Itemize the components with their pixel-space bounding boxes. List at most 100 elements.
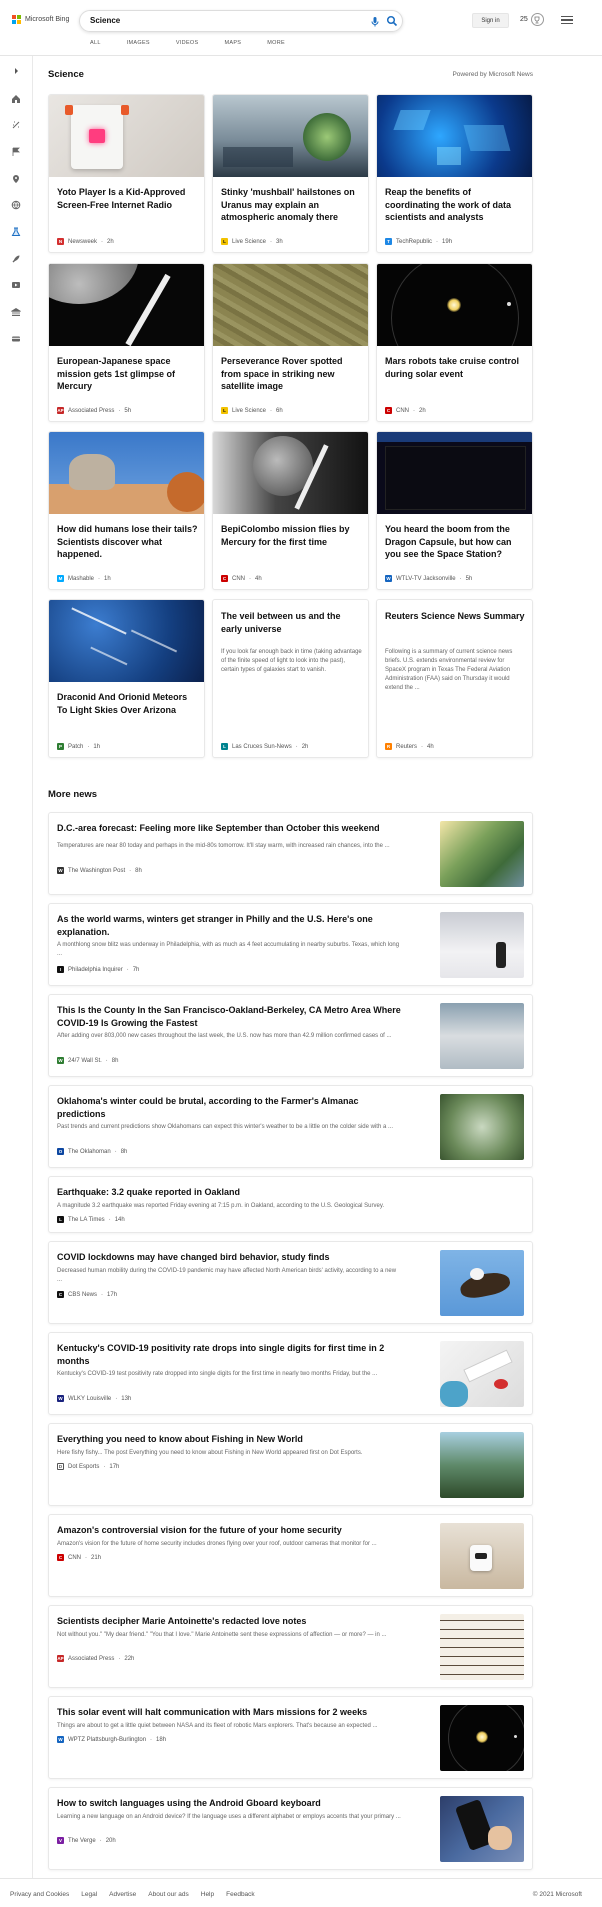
card-title[interactable]: Reuters Science News Summary bbox=[385, 610, 526, 623]
news-card[interactable]: Perseverance Rover spotted from space in… bbox=[212, 263, 369, 422]
sign-in-button[interactable]: Sign in bbox=[472, 13, 509, 28]
news-title[interactable]: Everything you need to know about Fishin… bbox=[57, 1433, 402, 1446]
card-source: C CNN · 4h bbox=[221, 575, 262, 582]
news-card[interactable]: How did humans lose their tails? Scienti… bbox=[48, 431, 205, 590]
news-title[interactable]: COVID lockdowns may have changed bird be… bbox=[57, 1251, 402, 1264]
news-card[interactable]: You heard the boom from the Dragon Capsu… bbox=[376, 431, 533, 590]
science-icon[interactable] bbox=[9, 225, 23, 239]
news-item[interactable]: This solar event will halt communication… bbox=[48, 1696, 533, 1779]
source-logo-icon: O bbox=[57, 1148, 64, 1155]
source-logo-icon: V bbox=[57, 1837, 64, 1844]
source-logo-icon: W bbox=[57, 1057, 64, 1064]
footer-link-about-ads[interactable]: About our ads bbox=[148, 1891, 188, 1898]
tab-maps[interactable]: MAPS bbox=[224, 40, 241, 46]
news-source: W WPTZ Plattsburgh-Burlington · 18h bbox=[57, 1736, 167, 1743]
copyright: © 2021 Microsoft bbox=[532, 1891, 582, 1898]
news-snippet: After adding over 803,000 new cases thro… bbox=[57, 1033, 392, 1039]
news-thumbnail bbox=[440, 1614, 524, 1680]
tab-more[interactable]: MORE bbox=[267, 40, 285, 46]
news-item[interactable]: Oklahoma's winter could be brutal, accor… bbox=[48, 1085, 533, 1168]
tab-videos[interactable]: VIDEOS bbox=[176, 40, 199, 46]
news-title[interactable]: Oklahoma's winter could be brutal, accor… bbox=[57, 1095, 402, 1121]
home-icon[interactable] bbox=[9, 92, 23, 106]
news-title[interactable]: How to switch languages using the Androi… bbox=[57, 1797, 402, 1810]
news-thumbnail bbox=[440, 1796, 524, 1862]
news-title[interactable]: This solar event will halt communication… bbox=[57, 1706, 402, 1719]
rocket-icon[interactable] bbox=[9, 252, 23, 266]
tab-images[interactable]: IMAGES bbox=[127, 40, 150, 46]
news-snippet: Amazon's vision for the future of home s… bbox=[57, 1541, 377, 1547]
footer-link-feedback[interactable]: Feedback bbox=[226, 1891, 255, 1898]
source-logo-icon: W bbox=[57, 867, 64, 874]
news-card[interactable]: The veil between us and the early univer… bbox=[212, 599, 369, 758]
news-thumbnail bbox=[440, 1523, 524, 1589]
news-item[interactable]: How to switch languages using the Androi… bbox=[48, 1787, 533, 1870]
search-icon[interactable] bbox=[386, 15, 398, 27]
card-title[interactable]: Mars robots take cruise control during s… bbox=[385, 355, 526, 380]
footer-link-legal[interactable]: Legal bbox=[81, 1891, 97, 1898]
footer-link-help[interactable]: Help bbox=[201, 1891, 214, 1898]
news-card[interactable]: Reap the benefits of coordinating the wo… bbox=[376, 94, 533, 253]
bank-icon[interactable] bbox=[9, 305, 23, 319]
card-title[interactable]: European-Japanese space mission gets 1st… bbox=[57, 355, 198, 393]
news-item[interactable]: Everything you need to know about Fishin… bbox=[48, 1423, 533, 1506]
news-title[interactable]: As the world warms, winters get stranger… bbox=[57, 913, 402, 939]
card-title[interactable]: Stinky 'mushball' hailstones on Uranus m… bbox=[221, 186, 362, 224]
news-card[interactable]: Stinky 'mushball' hailstones on Uranus m… bbox=[212, 94, 369, 253]
news-item[interactable]: COVID lockdowns may have changed bird be… bbox=[48, 1241, 533, 1324]
menu-icon[interactable] bbox=[561, 14, 573, 26]
flag-icon[interactable] bbox=[9, 145, 23, 159]
news-snippet: Here fishy fishy... The post Everything … bbox=[57, 1450, 363, 1456]
card-title[interactable]: The veil between us and the early univer… bbox=[221, 610, 362, 635]
news-title[interactable]: Scientists decipher Marie Antoinette's r… bbox=[57, 1615, 402, 1628]
card-icon[interactable] bbox=[9, 332, 23, 346]
search-box[interactable]: Science bbox=[79, 10, 403, 32]
card-title[interactable]: BepiColombo mission flies by Mercury for… bbox=[221, 523, 362, 548]
card-title[interactable]: Draconid And Orionid Meteors To Light Sk… bbox=[57, 691, 198, 716]
card-source: N Newsweek · 2h bbox=[57, 238, 114, 245]
news-card[interactable]: Yoto Player Is a Kid-Approved Screen-Fre… bbox=[48, 94, 205, 253]
news-item[interactable]: As the world warms, winters get stranger… bbox=[48, 903, 533, 986]
source-logo-icon: AP bbox=[57, 407, 64, 414]
footer-link-privacy[interactable]: Privacy and Cookies bbox=[10, 1891, 69, 1898]
news-title[interactable]: Kentucky's COVID-19 positivity rate drop… bbox=[57, 1342, 402, 1368]
news-title[interactable]: Earthquake: 3.2 quake reported in Oaklan… bbox=[57, 1186, 402, 1199]
expand-icon[interactable] bbox=[9, 64, 23, 78]
news-title[interactable]: D.C.-area forecast: Feeling more like Se… bbox=[57, 822, 402, 835]
news-card[interactable]: Draconid And Orionid Meteors To Light Sk… bbox=[48, 599, 205, 758]
news-item[interactable]: D.C.-area forecast: Feeling more like Se… bbox=[48, 812, 533, 895]
rewards-button[interactable]: 25 bbox=[520, 13, 544, 26]
card-title[interactable]: Perseverance Rover spotted from space in… bbox=[221, 355, 362, 393]
news-source: W The Washington Post · 8h bbox=[57, 867, 142, 874]
tab-all[interactable]: ALL bbox=[90, 40, 101, 46]
news-card[interactable]: BepiColombo mission flies by Mercury for… bbox=[212, 431, 369, 590]
news-item[interactable]: Kentucky's COVID-19 positivity rate drop… bbox=[48, 1332, 533, 1415]
powered-by[interactable]: Powered by Microsoft News bbox=[452, 71, 533, 78]
card-title[interactable]: How did humans lose their tails? Scienti… bbox=[57, 523, 198, 561]
bing-logo[interactable]: Microsoft Bing bbox=[12, 15, 69, 24]
sparkle-icon[interactable] bbox=[9, 118, 23, 132]
news-title[interactable]: This Is the County In the San Francisco-… bbox=[57, 1004, 402, 1030]
search-input[interactable]: Science bbox=[90, 16, 120, 25]
news-item[interactable]: This Is the County In the San Francisco-… bbox=[48, 994, 533, 1077]
card-source: W WTLV-TV Jacksonville · 5h bbox=[385, 575, 473, 582]
globe-icon[interactable] bbox=[9, 198, 23, 212]
news-item[interactable]: Scientists decipher Marie Antoinette's r… bbox=[48, 1605, 533, 1688]
news-card[interactable]: Reuters Science News Summary Following i… bbox=[376, 599, 533, 758]
news-card[interactable]: Mars robots take cruise control during s… bbox=[376, 263, 533, 422]
news-item[interactable]: Amazon's controversial vision for the fu… bbox=[48, 1514, 533, 1597]
card-title[interactable]: You heard the boom from the Dragon Capsu… bbox=[385, 523, 526, 561]
card-title[interactable]: Reap the benefits of coordinating the wo… bbox=[385, 186, 526, 224]
microphone-icon[interactable] bbox=[369, 16, 381, 28]
footer-link-advertise[interactable]: Advertise bbox=[109, 1891, 136, 1898]
news-title[interactable]: Amazon's controversial vision for the fu… bbox=[57, 1524, 402, 1537]
location-icon[interactable] bbox=[9, 172, 23, 186]
video-icon[interactable] bbox=[9, 278, 23, 292]
card-source: T TechRepublic · 19h bbox=[385, 238, 452, 245]
source-logo-icon: I bbox=[57, 966, 64, 973]
news-item[interactable]: Earthquake: 3.2 quake reported in Oaklan… bbox=[48, 1176, 533, 1233]
news-card[interactable]: European-Japanese space mission gets 1st… bbox=[48, 263, 205, 422]
card-title[interactable]: Yoto Player Is a Kid-Approved Screen-Fre… bbox=[57, 186, 198, 211]
news-thumbnail bbox=[440, 821, 524, 887]
news-snippet: Decreased human mobility during the COVI… bbox=[57, 1268, 397, 1283]
